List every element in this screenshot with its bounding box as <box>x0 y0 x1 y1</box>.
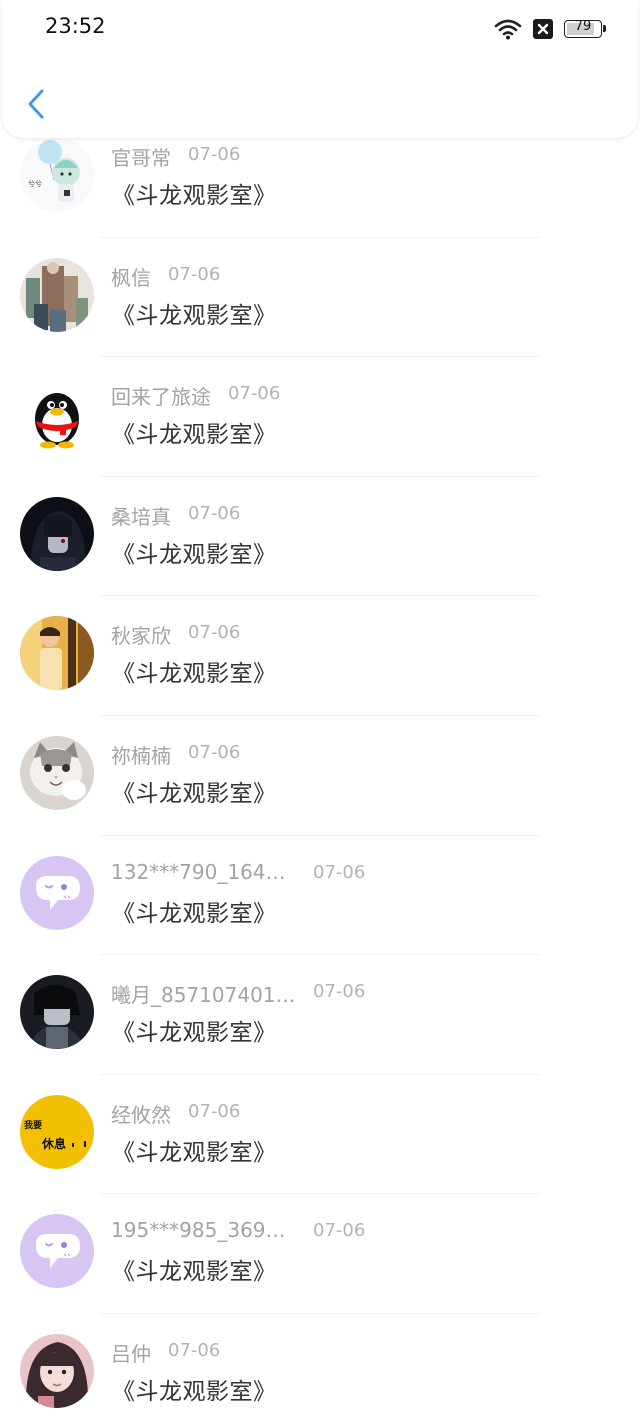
avatar-image <box>20 257 94 332</box>
comment-date: 07-06 <box>168 1339 221 1361</box>
avatar[interactable] <box>20 1214 94 1289</box>
comment-date: 07-06 <box>188 502 241 524</box>
comment-title[interactable]: 《斗龙观影室》 <box>112 894 277 928</box>
back-button[interactable] <box>20 85 56 125</box>
avatar[interactable] <box>20 735 94 810</box>
avatar[interactable] <box>20 257 94 332</box>
user-name[interactable]: 经攸然 <box>111 1099 171 1128</box>
user-name[interactable]: 枫信 <box>111 262 151 291</box>
user-name[interactable]: 132***790_16439... <box>111 860 296 884</box>
user-name[interactable]: 祢楠楠 <box>111 740 171 769</box>
user-name[interactable]: 曦月_8571074010... <box>111 979 296 1008</box>
comment-row[interactable]: 195***985_36935... 07-06 《斗龙观影室》 <box>0 1194 640 1314</box>
avatar-image <box>20 735 94 810</box>
battery-icon: 79 <box>564 19 606 38</box>
comment-date: 07-06 <box>168 263 221 285</box>
comment-row[interactable]: 132***790_16439... 07-06 《斗龙观影室》 <box>0 836 640 956</box>
avatar-image <box>20 377 94 452</box>
comment-date: 07-06 <box>188 144 241 165</box>
avatar-image <box>20 496 94 571</box>
comment-list[interactable]: 兮兮 官哥常 07-06 《斗龙观影室》 枫信 07-06 《斗龙观影室》 回来了旅途 07-0… <box>0 0 640 1422</box>
comment-title[interactable]: 《斗龙观影室》 <box>112 654 277 688</box>
comment-row[interactable]: 祢楠楠 07-06 《斗龙观影室》 <box>0 716 640 836</box>
no-sim-icon <box>533 19 553 39</box>
comment-title[interactable]: 《斗龙观影室》 <box>112 1133 277 1167</box>
user-name[interactable]: 吕仲 <box>111 1338 151 1367</box>
comment-rows: 兮兮 官哥常 07-06 《斗龙观影室》 枫信 07-06 《斗龙观影室》 回来了旅途 07-0… <box>0 118 640 1422</box>
comment-title[interactable]: 《斗龙观影室》 <box>112 296 277 330</box>
top-bar: 23:52 79 <box>2 0 638 138</box>
avatar-text-2: 休息 <box>41 1136 66 1151</box>
chevron-left-icon <box>28 89 44 119</box>
avatar-image <box>20 1214 94 1289</box>
wifi-icon <box>494 19 522 40</box>
comment-row[interactable]: 枫信 07-06 《斗龙观影室》 <box>0 238 640 358</box>
comment-title[interactable]: 《斗龙观影室》 <box>112 1372 277 1406</box>
avatar-image: 我要休息 <box>20 1094 94 1169</box>
comment-row[interactable]: 吕仲 07-06 《斗龙观影室》 <box>0 1314 640 1422</box>
comment-row[interactable]: 回来了旅途 07-06 《斗龙观影室》 <box>0 357 640 477</box>
comment-title[interactable]: 《斗龙观影室》 <box>112 415 277 449</box>
avatar[interactable] <box>20 975 94 1050</box>
status-time: 23:52 <box>45 14 106 38</box>
battery-level: 79 <box>574 19 592 34</box>
comment-date: 07-06 <box>313 981 366 1003</box>
user-name[interactable]: 官哥常 <box>111 142 171 171</box>
comment-date: 07-06 <box>228 383 281 405</box>
avatar-image: 兮兮 <box>20 138 94 212</box>
comment-title[interactable]: 《斗龙观影室》 <box>112 535 277 569</box>
user-name[interactable]: 回来了旅途 <box>111 381 211 410</box>
comment-title[interactable]: 《斗龙观影室》 <box>112 774 277 808</box>
avatar[interactable]: 我要休息 <box>20 1094 94 1169</box>
comment-date: 07-06 <box>188 622 241 644</box>
avatar-image <box>20 855 94 930</box>
comment-date: 07-06 <box>313 1220 366 1242</box>
comment-title[interactable]: 《斗龙观影室》 <box>112 1252 277 1286</box>
status-icons: 79 <box>494 16 606 42</box>
comment-date: 07-06 <box>313 861 366 883</box>
comment-row[interactable]: 秋家欣 07-06 《斗龙观影室》 <box>0 596 640 716</box>
comment-row[interactable]: 曦月_8571074010... 07-06 《斗龙观影室》 <box>0 955 640 1075</box>
avatar[interactable] <box>20 496 94 571</box>
svg-text:兮兮: 兮兮 <box>28 179 42 188</box>
avatar[interactable] <box>20 377 94 452</box>
avatar-image <box>20 975 94 1050</box>
comment-date: 07-06 <box>188 741 241 763</box>
avatar[interactable] <box>20 1333 94 1408</box>
user-name[interactable]: 195***985_36935... <box>111 1218 296 1242</box>
avatar-image <box>20 1333 94 1408</box>
avatar[interactable]: 兮兮 <box>20 138 94 212</box>
comment-title[interactable]: 《斗龙观影室》 <box>112 176 277 210</box>
avatar[interactable] <box>20 616 94 691</box>
user-name[interactable]: 桑培真 <box>111 501 171 530</box>
user-name[interactable]: 秋家欣 <box>111 620 171 649</box>
comment-date: 07-06 <box>188 1100 241 1122</box>
comment-title[interactable]: 《斗龙观影室》 <box>112 1013 277 1047</box>
avatar-text-1: 我要 <box>24 1119 42 1131</box>
avatar-image <box>20 616 94 691</box>
comment-row[interactable]: 桑培真 07-06 《斗龙观影室》 <box>0 477 640 597</box>
avatar[interactable] <box>20 855 94 930</box>
comment-row[interactable]: 我要 休息 经攸然 07-06 《斗龙观影室》 <box>0 1075 640 1195</box>
